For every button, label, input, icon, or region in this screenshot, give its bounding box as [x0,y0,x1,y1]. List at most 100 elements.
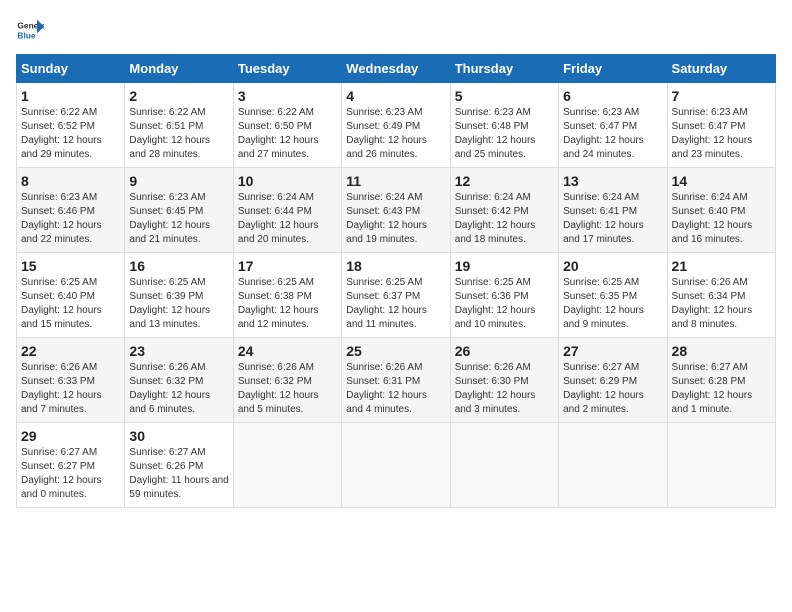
sunrise-label: Sunrise: 6:24 AM [455,192,531,203]
daylight-label: Daylight: 12 hours and 7 minutes. [21,390,102,415]
day-number: 20 [563,258,662,274]
daylight-label: Daylight: 11 hours and 59 minutes. [129,475,228,500]
daylight-label: Daylight: 12 hours and 1 minute. [672,390,753,415]
daylight-label: Daylight: 12 hours and 0 minutes. [21,475,102,500]
sunrise-label: Sunrise: 6:22 AM [129,107,205,118]
day-info: Sunrise: 6:26 AM Sunset: 6:32 PM Dayligh… [129,361,228,417]
day-info: Sunrise: 6:24 AM Sunset: 6:41 PM Dayligh… [563,191,662,247]
sunrise-label: Sunrise: 6:22 AM [21,107,97,118]
day-number: 30 [129,428,228,444]
col-header-friday: Friday [559,55,667,83]
sunset-label: Sunset: 6:36 PM [455,291,529,302]
daylight-label: Daylight: 12 hours and 11 minutes. [346,305,427,330]
day-info: Sunrise: 6:23 AM Sunset: 6:47 PM Dayligh… [563,106,662,162]
daylight-label: Daylight: 12 hours and 10 minutes. [455,305,536,330]
day-number: 24 [238,343,337,359]
sunrise-label: Sunrise: 6:25 AM [563,277,639,288]
day-number: 10 [238,173,337,189]
sunset-label: Sunset: 6:46 PM [21,206,95,217]
calendar-cell: 8 Sunrise: 6:23 AM Sunset: 6:46 PM Dayli… [17,168,125,253]
day-number: 17 [238,258,337,274]
calendar-cell: 12 Sunrise: 6:24 AM Sunset: 6:42 PM Dayl… [450,168,558,253]
sunrise-label: Sunrise: 6:23 AM [455,107,531,118]
day-info: Sunrise: 6:25 AM Sunset: 6:37 PM Dayligh… [346,276,445,332]
calendar-cell: 4 Sunrise: 6:23 AM Sunset: 6:49 PM Dayli… [342,83,450,168]
sunrise-label: Sunrise: 6:26 AM [455,362,531,373]
calendar-week-row: 29 Sunrise: 6:27 AM Sunset: 6:27 PM Dayl… [17,423,776,508]
day-number: 2 [129,88,228,104]
calendar-table: SundayMondayTuesdayWednesdayThursdayFrid… [16,54,776,508]
day-number: 13 [563,173,662,189]
sunset-label: Sunset: 6:47 PM [672,121,746,132]
daylight-label: Daylight: 12 hours and 19 minutes. [346,220,427,245]
sunrise-label: Sunrise: 6:26 AM [238,362,314,373]
daylight-label: Daylight: 12 hours and 6 minutes. [129,390,210,415]
calendar-week-row: 8 Sunrise: 6:23 AM Sunset: 6:46 PM Dayli… [17,168,776,253]
daylight-label: Daylight: 12 hours and 27 minutes. [238,135,319,160]
calendar-cell [450,423,558,508]
day-number: 7 [672,88,771,104]
calendar-cell: 27 Sunrise: 6:27 AM Sunset: 6:29 PM Dayl… [559,338,667,423]
daylight-label: Daylight: 12 hours and 20 minutes. [238,220,319,245]
day-info: Sunrise: 6:27 AM Sunset: 6:29 PM Dayligh… [563,361,662,417]
day-info: Sunrise: 6:27 AM Sunset: 6:28 PM Dayligh… [672,361,771,417]
day-number: 26 [455,343,554,359]
day-number: 9 [129,173,228,189]
sunset-label: Sunset: 6:35 PM [563,291,637,302]
sunrise-label: Sunrise: 6:27 AM [21,447,97,458]
calendar-cell: 30 Sunrise: 6:27 AM Sunset: 6:26 PM Dayl… [125,423,233,508]
sunrise-label: Sunrise: 6:22 AM [238,107,314,118]
daylight-label: Daylight: 12 hours and 12 minutes. [238,305,319,330]
daylight-label: Daylight: 12 hours and 22 minutes. [21,220,102,245]
sunrise-label: Sunrise: 6:23 AM [129,192,205,203]
calendar-cell: 14 Sunrise: 6:24 AM Sunset: 6:40 PM Dayl… [667,168,775,253]
calendar-cell: 22 Sunrise: 6:26 AM Sunset: 6:33 PM Dayl… [17,338,125,423]
sunrise-label: Sunrise: 6:23 AM [21,192,97,203]
sunrise-label: Sunrise: 6:23 AM [672,107,748,118]
calendar-cell: 10 Sunrise: 6:24 AM Sunset: 6:44 PM Dayl… [233,168,341,253]
daylight-label: Daylight: 12 hours and 26 minutes. [346,135,427,160]
daylight-label: Daylight: 12 hours and 29 minutes. [21,135,102,160]
sunrise-label: Sunrise: 6:27 AM [672,362,748,373]
sunset-label: Sunset: 6:42 PM [455,206,529,217]
col-header-thursday: Thursday [450,55,558,83]
calendar-cell [667,423,775,508]
day-info: Sunrise: 6:26 AM Sunset: 6:34 PM Dayligh… [672,276,771,332]
sunrise-label: Sunrise: 6:25 AM [21,277,97,288]
day-info: Sunrise: 6:26 AM Sunset: 6:30 PM Dayligh… [455,361,554,417]
calendar-cell: 25 Sunrise: 6:26 AM Sunset: 6:31 PM Dayl… [342,338,450,423]
sunset-label: Sunset: 6:29 PM [563,376,637,387]
sunrise-label: Sunrise: 6:26 AM [346,362,422,373]
sunset-label: Sunset: 6:31 PM [346,376,420,387]
sunset-label: Sunset: 6:51 PM [129,121,203,132]
calendar-cell: 7 Sunrise: 6:23 AM Sunset: 6:47 PM Dayli… [667,83,775,168]
sunset-label: Sunset: 6:38 PM [238,291,312,302]
col-header-monday: Monday [125,55,233,83]
sunrise-label: Sunrise: 6:26 AM [672,277,748,288]
day-info: Sunrise: 6:24 AM Sunset: 6:42 PM Dayligh… [455,191,554,247]
day-info: Sunrise: 6:25 AM Sunset: 6:38 PM Dayligh… [238,276,337,332]
sunrise-label: Sunrise: 6:27 AM [129,447,205,458]
sunrise-label: Sunrise: 6:23 AM [346,107,422,118]
daylight-label: Daylight: 12 hours and 13 minutes. [129,305,210,330]
calendar-cell: 9 Sunrise: 6:23 AM Sunset: 6:45 PM Dayli… [125,168,233,253]
sunset-label: Sunset: 6:32 PM [129,376,203,387]
day-info: Sunrise: 6:26 AM Sunset: 6:33 PM Dayligh… [21,361,120,417]
daylight-label: Daylight: 12 hours and 25 minutes. [455,135,536,160]
day-number: 27 [563,343,662,359]
day-number: 28 [672,343,771,359]
calendar-week-row: 22 Sunrise: 6:26 AM Sunset: 6:33 PM Dayl… [17,338,776,423]
calendar-header-row: SundayMondayTuesdayWednesdayThursdayFrid… [17,55,776,83]
sunrise-label: Sunrise: 6:25 AM [129,277,205,288]
calendar-cell: 15 Sunrise: 6:25 AM Sunset: 6:40 PM Dayl… [17,253,125,338]
calendar-cell: 21 Sunrise: 6:26 AM Sunset: 6:34 PM Dayl… [667,253,775,338]
sunset-label: Sunset: 6:50 PM [238,121,312,132]
sunrise-label: Sunrise: 6:26 AM [21,362,97,373]
day-number: 22 [21,343,120,359]
sunrise-label: Sunrise: 6:23 AM [563,107,639,118]
day-info: Sunrise: 6:23 AM Sunset: 6:45 PM Dayligh… [129,191,228,247]
calendar-cell: 16 Sunrise: 6:25 AM Sunset: 6:39 PM Dayl… [125,253,233,338]
day-info: Sunrise: 6:26 AM Sunset: 6:32 PM Dayligh… [238,361,337,417]
sunrise-label: Sunrise: 6:24 AM [346,192,422,203]
sunset-label: Sunset: 6:30 PM [455,376,529,387]
